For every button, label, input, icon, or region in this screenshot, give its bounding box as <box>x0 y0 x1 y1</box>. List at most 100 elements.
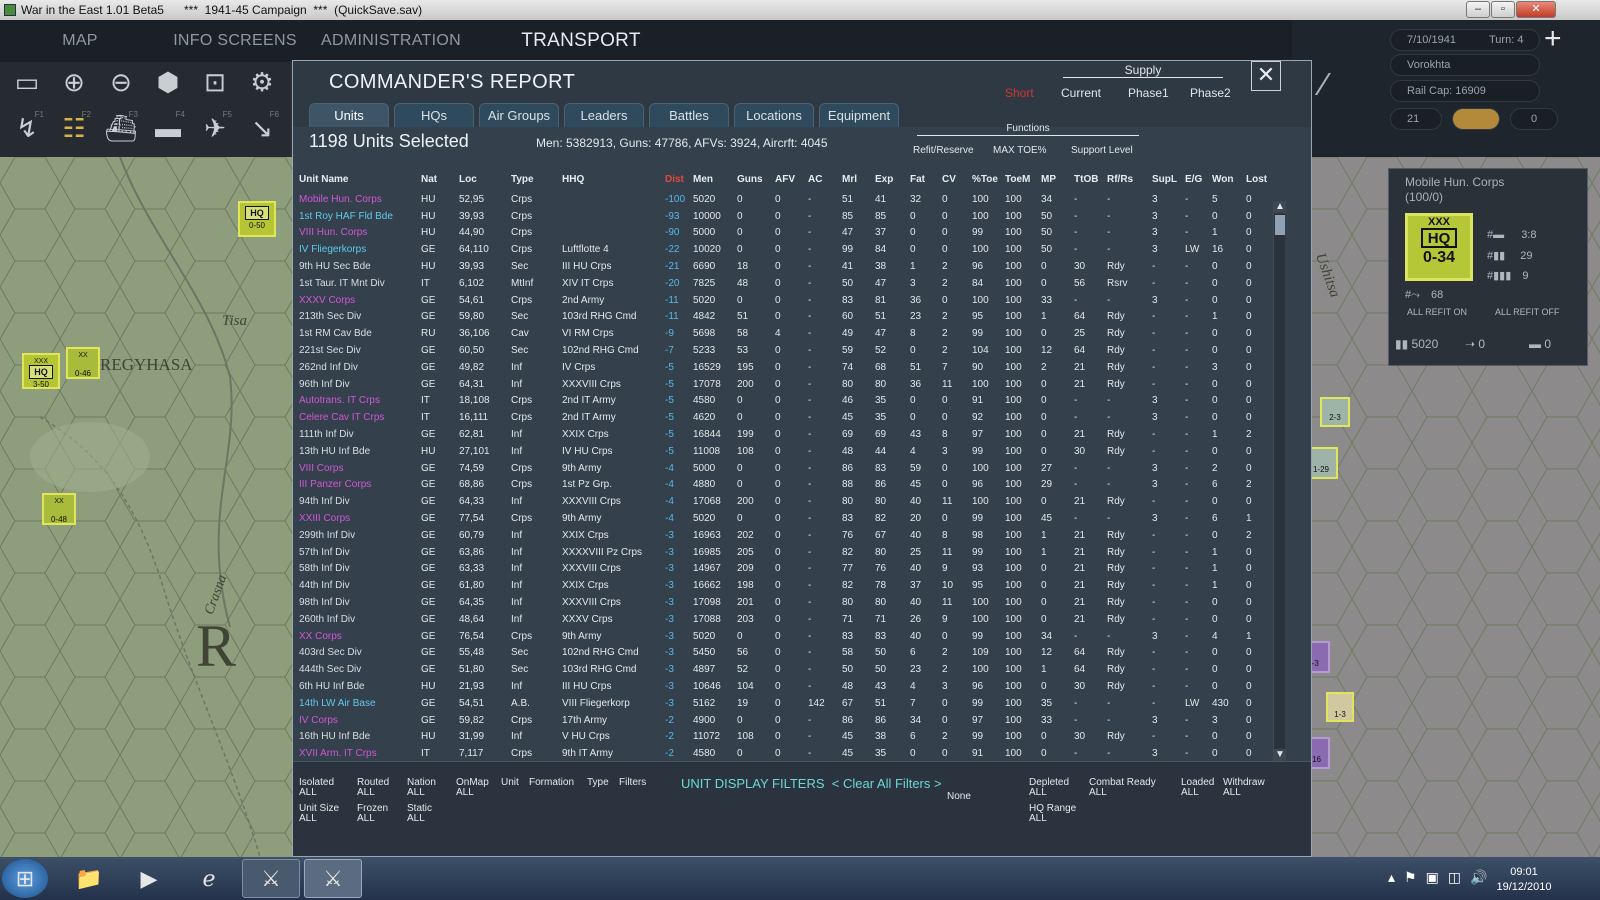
unit-name-cell[interactable]: 94th Inf Div <box>297 493 419 510</box>
table-row[interactable]: 13th HU Inf Bde HU 27,101 Inf IV HU Crps -5 11… <box>297 443 1272 460</box>
filter-filters[interactable]: Filters <box>619 778 646 788</box>
column-header[interactable]: Lost <box>1244 167 1272 191</box>
unit-name-cell[interactable]: 57th Inf Div <box>297 544 419 561</box>
column-header[interactable]: ToeM <box>1003 167 1039 191</box>
filter-routed[interactable]: Routed ALL <box>357 778 389 798</box>
unit-name-cell[interactable]: Autotrans. IT Crps <box>297 393 419 410</box>
column-header[interactable]: Mrl <box>840 167 873 191</box>
column-header[interactable]: Rf/Rs <box>1105 167 1150 191</box>
toggle-button[interactable]: 0 <box>1510 108 1558 130</box>
column-header[interactable]: E/G <box>1183 167 1210 191</box>
filter-onmap[interactable]: OnMap ALL <box>456 778 489 798</box>
column-header[interactable]: Unit Name <box>297 167 419 191</box>
unit-name-cell[interactable]: XXIII Corps <box>297 510 419 527</box>
air-icon[interactable]: ✈ F5 <box>196 110 234 146</box>
map-hq-counter[interactable]: HQ 0-50 <box>238 201 276 237</box>
table-row[interactable]: 98th Inf Div GE 64,35 Inf XXXVIII Crps -3 1709… <box>297 594 1272 611</box>
table-row[interactable]: Celere Cav IT Crps IT 16,111 Crps 2nd IT Arm… <box>297 409 1272 426</box>
unit-name-cell[interactable]: 1st RM Cav Bde <box>297 325 419 342</box>
map-hq-counter[interactable]: XXX HQ 3-50 <box>22 353 60 389</box>
column-header[interactable]: Fat <box>908 167 940 191</box>
filter-unit[interactable]: Unit <box>501 778 519 788</box>
table-row[interactable]: 94th Inf Div GE 64,33 Inf XXXVIII Crps -4 1706… <box>297 493 1272 510</box>
filter-depleted[interactable]: Depleted ALL <box>1029 778 1069 798</box>
unit-name-cell[interactable]: 262nd Inf Div <box>297 359 419 376</box>
unit-name-cell[interactable]: 299th Inf Div <box>297 527 419 544</box>
hex-group-icon[interactable]: ⬢ <box>149 64 187 100</box>
scroll-thumb[interactable] <box>1275 215 1285 235</box>
support-level-button[interactable]: Support Level <box>1071 145 1133 156</box>
unit-name-cell[interactable]: 16th HU Inf Bde <box>297 729 419 746</box>
table-row[interactable]: 111th Inf Div GE 62,81 Inf XXIX Crps -5 16844 1… <box>297 426 1272 443</box>
all-refit-on-button[interactable]: ALL REFIT ON <box>1407 307 1467 317</box>
unit-name-cell[interactable]: 403rd Sec Div <box>297 645 419 662</box>
table-row[interactable]: 57th Inf Div GE 63,86 Inf XXXXVIII Pz Crps -3… <box>297 544 1272 561</box>
column-header[interactable]: Won <box>1210 167 1244 191</box>
scroll-up-arrow[interactable]: ▲ <box>1274 201 1286 213</box>
unit-name-cell[interactable]: 1st Roy HAF Fld Bde <box>297 208 419 225</box>
close-dialog-button[interactable]: ✕ <box>1251 61 1281 91</box>
table-row[interactable]: 58th Inf Div GE 63,33 Inf XXXVIII Crps -3 1496… <box>297 561 1272 578</box>
filter-nation[interactable]: Nation ALL <box>407 778 436 798</box>
table-row[interactable]: III Panzer Corps GE 68,86 Crps 1st Pz Grp. -4… <box>297 477 1272 494</box>
tab-locations[interactable]: Locations <box>734 103 814 127</box>
unit-name-cell[interactable]: 44th Inf Div <box>297 577 419 594</box>
table-row[interactable]: XX Corps GE 76,54 Crps 9th Army -3 5020 0 0-83 83… <box>297 628 1272 645</box>
table-row[interactable]: XXIII Corps GE 77,54 Crps 9th Army -4 5020 0 0-8… <box>297 510 1272 527</box>
unit-name-cell[interactable]: 6th HU Inf Bde <box>297 678 419 695</box>
table-row[interactable]: 221st Sec Div GE 60,50 Sec 102nd RHG Cmd -7 52… <box>297 342 1272 359</box>
nav-administration[interactable]: ADMINISTRATION <box>314 20 468 60</box>
table-row[interactable]: XVII Arm. IT Crps IT 7,117 Crps 9th IT Army -… <box>297 745 1272 762</box>
table-row[interactable]: 1st Roy HAF Fld Bde HU 39,93 Crps -93 10000 0 0… <box>297 208 1272 225</box>
unit-name-cell[interactable]: 58th Inf Div <box>297 561 419 578</box>
filter-none-value[interactable]: None <box>947 792 971 802</box>
rail-icon[interactable]: ☷ F2 <box>55 110 93 146</box>
refit-reserve-button[interactable]: Refit/Reserve <box>913 145 974 156</box>
max-toe-button[interactable]: MAX TOE% <box>993 145 1047 156</box>
table-row[interactable]: VIII Corps GE 74,59 Crps 9th Army -4 5000 0 0 - 86… <box>297 460 1272 477</box>
column-header[interactable]: HHQ <box>560 167 663 191</box>
zoom-out-icon[interactable]: ⊖ <box>102 64 140 100</box>
center-icon[interactable]: ⊡ <box>196 64 234 100</box>
nav-transport[interactable]: TRANSPORT <box>476 20 686 60</box>
unit-name-cell[interactable]: XX Corps <box>297 628 419 645</box>
minimize-button[interactable]: – <box>1466 1 1490 18</box>
unit-name-cell[interactable]: 96th Inf Div <box>297 376 419 393</box>
table-row[interactable]: 1st RM Cav Bde RU 36,106 Cav VI RM Crps -9 569… <box>297 325 1272 342</box>
browser-icon[interactable]: ℯ <box>180 859 238 898</box>
table-row[interactable]: 403rd Sec Div GE 55,48 Sec 102nd RHG Cmd -3 54… <box>297 645 1272 662</box>
supply-phase2-sort[interactable]: Phase2 <box>1190 86 1231 100</box>
reaction-icon[interactable]: ↯ F1 <box>8 110 46 146</box>
map-counter[interactable]: 2-3 <box>1320 397 1350 427</box>
table-row[interactable]: 9th HU Sec Bde HU 39,93 Sec III HU Crps -21 66… <box>297 258 1272 275</box>
explorer-folder-icon[interactable]: 📁 <box>60 859 118 898</box>
table-row[interactable]: 262nd Inf Div GE 49,82 Inf IV Crps -5 16529 195… <box>297 359 1272 376</box>
naval-icon[interactable]: ⛴ F3 <box>102 110 140 146</box>
tab-units[interactable]: Units <box>309 103 389 127</box>
table-row[interactable]: 299th Inf Div GE 60,79 Inf XXIX Crps -3 16963 2… <box>297 527 1272 544</box>
table-row[interactable]: IV Fliegerkorps GE 64,110 Crps Luftflotte 4 -… <box>297 241 1272 258</box>
filter-hq-range[interactable]: HQ Range ALL <box>1029 804 1076 824</box>
supply-short-sort[interactable]: Short <box>1005 86 1034 100</box>
table-row[interactable]: 260th Inf Div GE 48,64 Inf XXXV Crps -3 17088 2… <box>297 611 1272 628</box>
zoom-in-icon[interactable]: ⊕ <box>55 64 93 100</box>
unit-name-cell[interactable]: 9th HU Sec Bde <box>297 258 419 275</box>
column-header[interactable]: AC <box>806 167 840 191</box>
unit-name-cell[interactable]: 14th LW Air Base <box>297 695 419 712</box>
unit-name-cell[interactable]: 260th Inf Div <box>297 611 419 628</box>
column-header[interactable]: CV <box>940 167 970 191</box>
unit-name-cell[interactable]: XXXV Corps <box>297 292 419 309</box>
table-row[interactable]: Autotrans. IT Crps IT 18,108 Crps 2nd IT Arm… <box>297 393 1272 410</box>
filter-loaded[interactable]: Loaded ALL <box>1181 778 1214 798</box>
unit-name-cell[interactable]: IV Fliegerkorps <box>297 241 419 258</box>
filter-formation[interactable]: Formation <box>529 778 574 788</box>
taskbar-clock[interactable]: 09:01 19/12/2010 <box>1494 865 1554 895</box>
filter-static[interactable]: Static ALL <box>407 804 432 824</box>
unit-name-cell[interactable]: Celere Cav IT Crps <box>297 409 419 426</box>
column-header[interactable]: Loc <box>457 167 509 191</box>
column-header[interactable]: Dist <box>663 167 691 191</box>
unit-name-cell[interactable]: Mobile Hun. Corps <box>297 191 419 208</box>
filter-unit-size[interactable]: Unit Size ALL <box>299 804 339 824</box>
table-row[interactable]: Mobile Hun. Corps HU 52,95 Crps -100 5020 0 0-5… <box>297 191 1272 208</box>
column-header[interactable]: TtOB <box>1072 167 1105 191</box>
